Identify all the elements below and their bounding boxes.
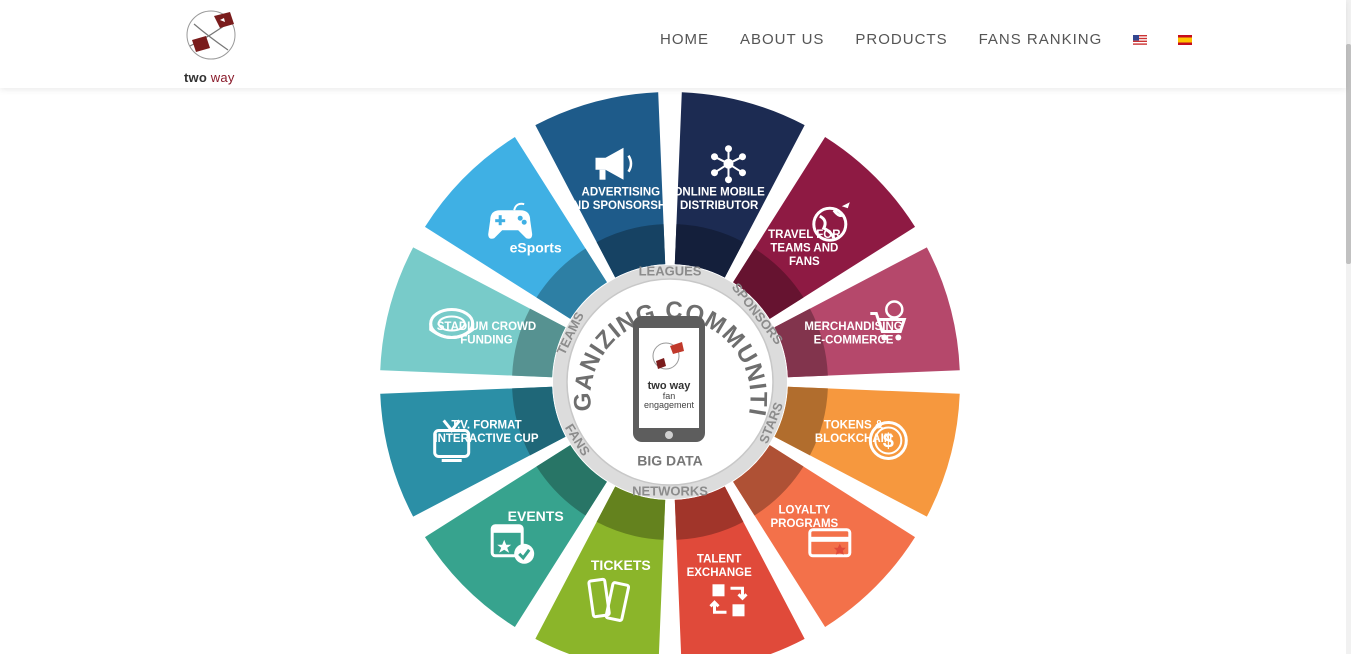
segment-label: ONLINE MOBILE bbox=[673, 187, 765, 199]
segment-label: PROGRAMS bbox=[770, 518, 838, 530]
nav-home[interactable]: HOME bbox=[660, 31, 709, 48]
segment-label: FUNDING bbox=[460, 334, 512, 346]
segment-label: EVENTS bbox=[508, 508, 564, 524]
segment-label: STADIUM CROWD bbox=[437, 321, 536, 333]
ring-word: BIG DATA bbox=[637, 453, 703, 469]
nav-about-us[interactable]: ABOUT US bbox=[740, 31, 824, 48]
segment-label: INTERACTIVE CUP bbox=[434, 433, 538, 445]
brand-logo[interactable]: two way bbox=[184, 6, 244, 85]
segment-label: EXCHANGE bbox=[687, 567, 753, 579]
segment-label: TOKENS & bbox=[824, 419, 883, 431]
segment-label: TEAMS AND bbox=[770, 242, 838, 254]
brand-name: two way bbox=[184, 70, 235, 85]
spanish-flag-icon[interactable] bbox=[1178, 34, 1193, 45]
nav-fans-ranking[interactable]: FANS RANKING bbox=[979, 31, 1103, 48]
english-flag-icon[interactable] bbox=[1133, 34, 1148, 45]
center-phone: two way fan engagement bbox=[633, 316, 705, 442]
segment-label: TRAVEL FOR bbox=[768, 229, 841, 241]
segment-label: DISTRIBUTOR bbox=[680, 200, 759, 212]
segment-label: TALENT bbox=[697, 554, 742, 566]
main-nav: HOME ABOUT US PRODUCTS FANS RANKING bbox=[660, 31, 1223, 48]
segment-label: BLOCKCHAIN bbox=[815, 433, 892, 445]
brand-name-part2: way bbox=[210, 70, 235, 85]
segment-label: FANS bbox=[789, 256, 820, 268]
site-header: two way HOME ABOUT US PRODUCTS FANS RANK… bbox=[0, 0, 1346, 88]
segment-label: ADVERTISING bbox=[582, 187, 661, 199]
nav-products[interactable]: PRODUCTS bbox=[855, 31, 947, 48]
segment-label: eSports bbox=[510, 239, 562, 255]
segment-label: MERCHANDISING bbox=[804, 321, 902, 333]
segment-label: LOYALTY bbox=[778, 504, 830, 516]
segment-label: E-COMMERCE bbox=[814, 334, 894, 346]
ring-word: LEAGUES bbox=[639, 263, 702, 278]
center-sub-engagement: engagement bbox=[644, 400, 695, 410]
logo-mark-icon bbox=[186, 10, 236, 60]
segment-label: T.V. FORMAT bbox=[451, 419, 521, 431]
brand-name-part1: two bbox=[184, 70, 207, 85]
services-wheel: ONLINE MOBILEDISTRIBUTOR TRAVEL FORTEAMS … bbox=[0, 0, 960, 654]
segment-label: AND SPONSORSHIP bbox=[565, 200, 678, 212]
segment-label: TICKETS bbox=[591, 557, 651, 573]
ring-word: NETWORKS bbox=[632, 483, 708, 498]
